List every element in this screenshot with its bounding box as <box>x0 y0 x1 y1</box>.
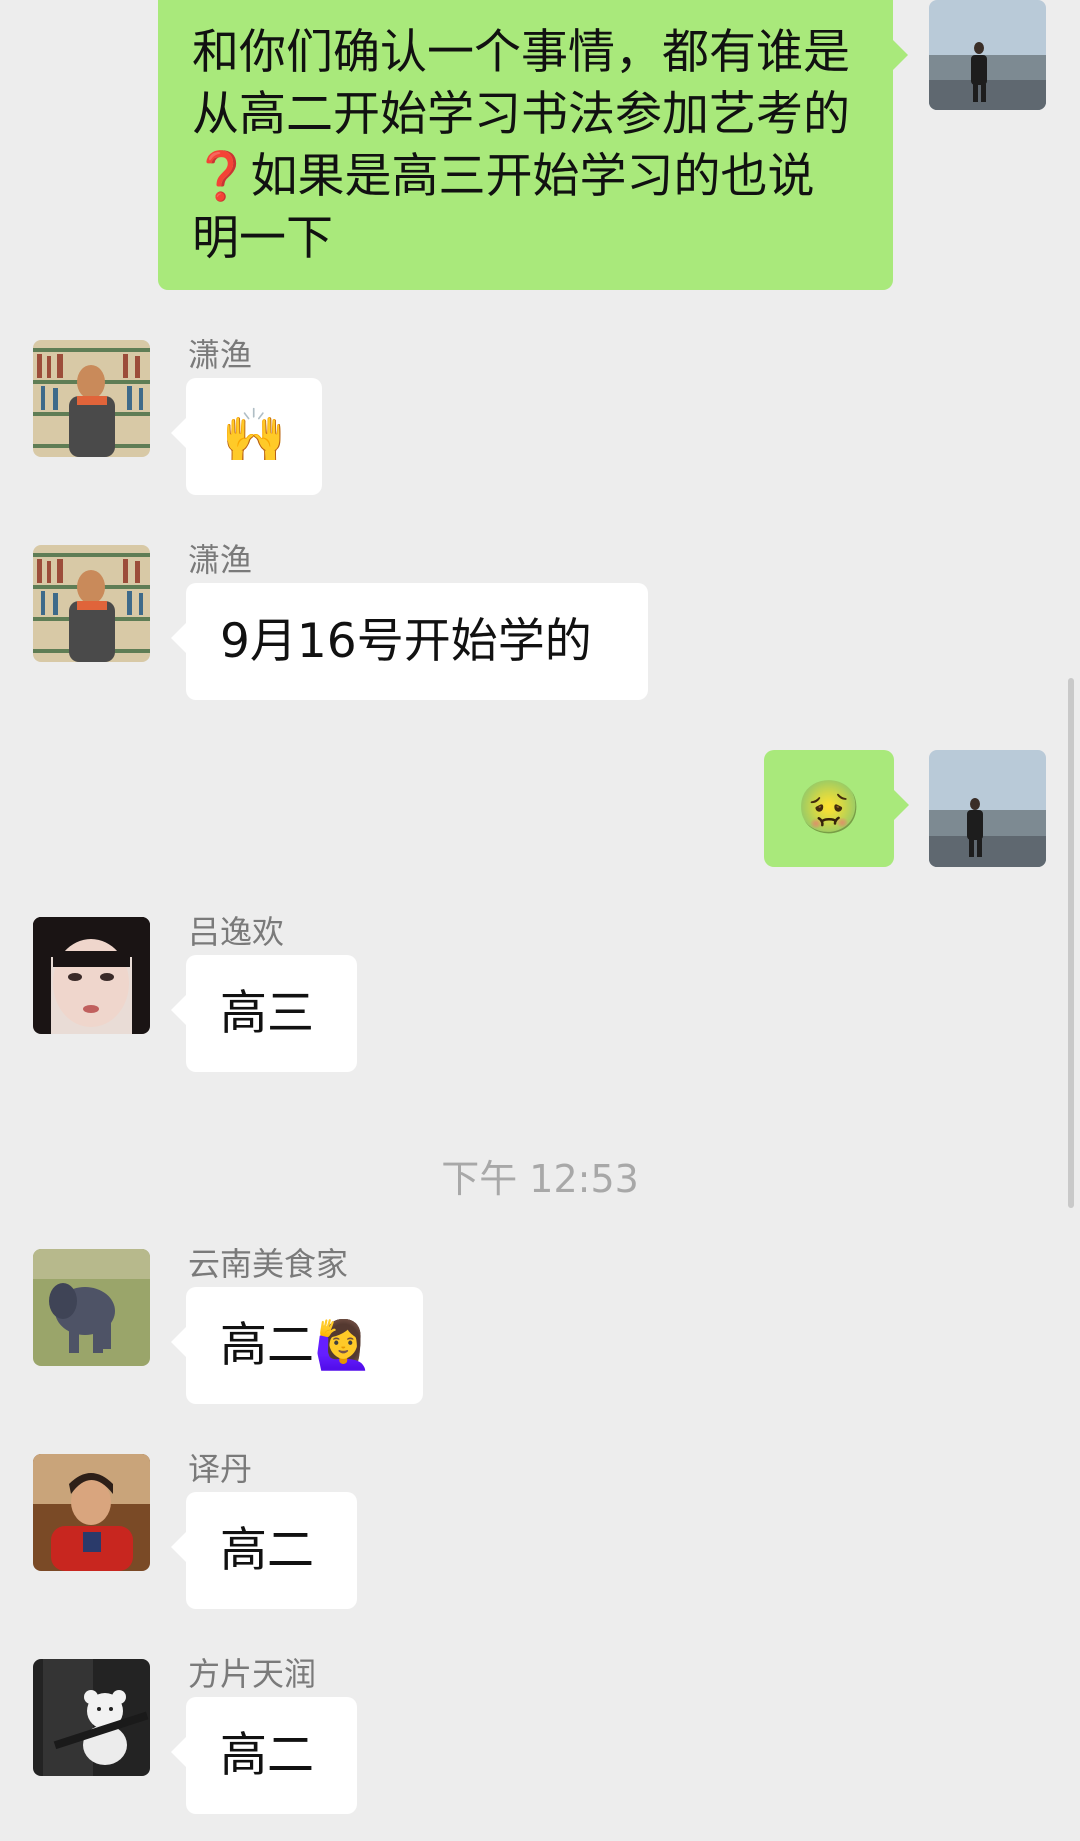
message-text: 高二 <box>220 1728 314 1783</box>
my-avatar[interactable] <box>929 0 1046 110</box>
sick-face-emoji: 🤢 <box>796 778 862 838</box>
timestamp: 下午 12:53 <box>441 1157 639 1201</box>
my-avatar-photo <box>929 750 1046 867</box>
scrollbar[interactable] <box>1068 678 1074 1208</box>
message-bubble-incoming[interactable]: 🙌 <box>171 378 322 495</box>
message-text: 9月16号开始学的 <box>220 614 592 669</box>
avatar-yidan[interactable] <box>33 1454 150 1571</box>
sender-name: 潇渔 <box>188 541 253 579</box>
avatar-xiaoyu[interactable] <box>33 545 150 662</box>
message-bubble-outgoing[interactable]: 🤢 <box>764 750 909 867</box>
message-bubble-incoming[interactable]: 高二🙋‍♀️ <box>171 1287 423 1404</box>
message-text: 和你们确认一个事情，都有谁是从高二开始学习书法参加艺考的❓如果是高三开始学习的也… <box>192 25 850 266</box>
avatar-lvyihuan[interactable] <box>33 917 150 1034</box>
message-bubble-incoming[interactable]: 高三 <box>171 955 357 1072</box>
raising-hands-emoji: 🙌 <box>221 406 287 466</box>
sender-name: 方片天润 <box>188 1655 317 1693</box>
message-bubble-outgoing[interactable]: 和你们确认一个事情，都有谁是从高二开始学习书法参加艺考的❓如果是高三开始学习的也… <box>158 0 908 290</box>
message-text: 高二🙋‍♀️ <box>220 1318 373 1373</box>
sender-name: 云南美食家 <box>188 1245 349 1283</box>
avatar-yidan-photo <box>33 1454 150 1571</box>
avatar-yunnan-foodie[interactable] <box>33 1249 150 1366</box>
my-avatar-photo <box>929 0 1046 110</box>
avatar-xiaoyu-illustration <box>33 545 150 662</box>
avatar-xiaoyu-illustration <box>33 340 150 457</box>
sender-name: 吕逸欢 <box>188 913 285 951</box>
my-avatar[interactable] <box>929 750 1046 867</box>
message-bubble-incoming[interactable]: 9月16号开始学的 <box>171 583 648 700</box>
message-text: 高三 <box>220 986 314 1041</box>
sender-name: 译丹 <box>188 1450 253 1488</box>
message-bubble-incoming[interactable]: 高二 <box>171 1492 357 1609</box>
avatar-fangpian-tianrun[interactable] <box>33 1659 150 1776</box>
avatar-xiaoyu[interactable] <box>33 340 150 457</box>
avatar-teddy-bear-photo <box>33 1659 150 1776</box>
avatar-elephant-photo <box>33 1249 150 1366</box>
sender-name: 潇渔 <box>188 336 253 374</box>
message-text: 高二 <box>220 1523 314 1578</box>
message-bubble-incoming[interactable]: 高二 <box>171 1697 357 1814</box>
avatar-lvyihuan-photo <box>33 917 150 1034</box>
